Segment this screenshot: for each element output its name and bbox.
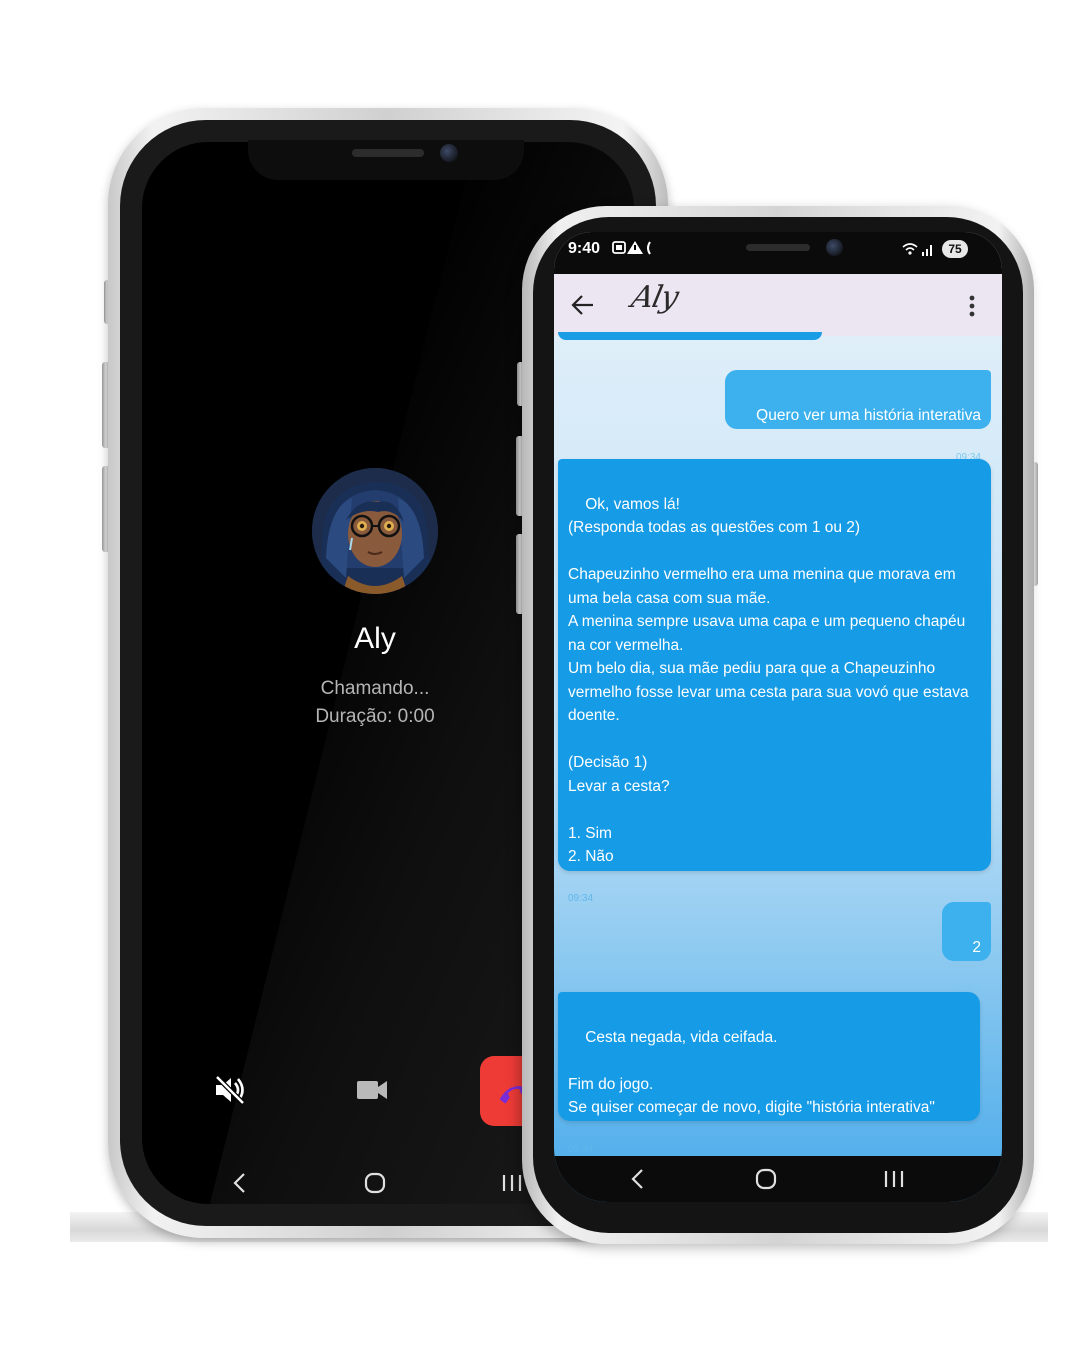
outgoing-message: Quero ver uma história interativa 09:34 xyxy=(725,370,991,463)
previous-message-stub xyxy=(558,332,822,340)
status-notification-icons xyxy=(612,240,658,259)
caller-name: Aly xyxy=(354,622,396,655)
message-text: Ok, vamos lá! (Responda todas as questõe… xyxy=(568,495,969,866)
nav-back-button[interactable] xyxy=(220,1166,260,1200)
incoming-message: Ok, vamos lá! (Responda todas as questõe… xyxy=(558,459,991,904)
video-button[interactable] xyxy=(350,1072,394,1108)
chat-earpiece-speaker xyxy=(746,244,810,251)
call-duration: Duração: 0:00 xyxy=(315,706,435,727)
message-time: 09:34 xyxy=(568,1144,594,1155)
message-time: 09:34 xyxy=(568,893,594,904)
wifi-signal-icon xyxy=(902,243,932,256)
chat-nav-back-button[interactable] xyxy=(618,1162,658,1196)
back-nav-icon xyxy=(233,1173,245,1193)
chat-phone-notch xyxy=(656,232,896,272)
video-camera-icon xyxy=(357,1081,387,1099)
front-camera xyxy=(440,144,458,162)
back-nav-icon xyxy=(631,1169,643,1189)
home-nav-icon xyxy=(364,1172,386,1194)
status-time: 9:40 xyxy=(568,240,601,257)
notification-icons xyxy=(612,241,651,255)
more-vert-icon xyxy=(969,295,975,317)
nav-home-button[interactable] xyxy=(355,1166,395,1200)
caller-avatar xyxy=(312,468,438,594)
chat-front-camera xyxy=(826,239,843,256)
call-phone-notch xyxy=(248,140,524,180)
chat-nav-home-button[interactable] xyxy=(746,1162,786,1196)
call-status: Chamando... xyxy=(320,678,430,699)
chat-navigation-bar xyxy=(554,1156,1002,1202)
mute-button[interactable] xyxy=(208,1070,252,1110)
mute-speaker-icon xyxy=(215,1075,245,1105)
message-text: Cesta negada, vida ceifada. Fim do jogo.… xyxy=(568,1028,935,1117)
message-text: 2 xyxy=(972,938,981,956)
recents-nav-icon xyxy=(884,1171,904,1187)
recents-nav-icon xyxy=(502,1175,522,1191)
chat-nav-recents-button[interactable] xyxy=(874,1162,914,1196)
incoming-message: Cesta negada, vida ceifada. Fim do jogo.… xyxy=(558,992,980,1155)
chat-screen: 9:40 75 Aly Quero ver uma história inter… xyxy=(554,232,1002,1202)
chat-app-bar: Aly xyxy=(554,274,1002,336)
earpiece-speaker xyxy=(352,149,424,157)
overflow-menu-button[interactable] xyxy=(958,292,986,320)
message-text: Quero ver uma história interativa xyxy=(756,406,981,424)
battery-indicator: 75 xyxy=(942,240,968,258)
caller-avatar-illustration xyxy=(312,468,438,594)
home-nav-icon xyxy=(755,1168,777,1190)
outgoing-message: 2 09:34 xyxy=(942,902,991,995)
back-button[interactable] xyxy=(568,290,598,320)
chat-title: Aly xyxy=(628,280,681,315)
arrow-left-icon xyxy=(571,295,593,315)
